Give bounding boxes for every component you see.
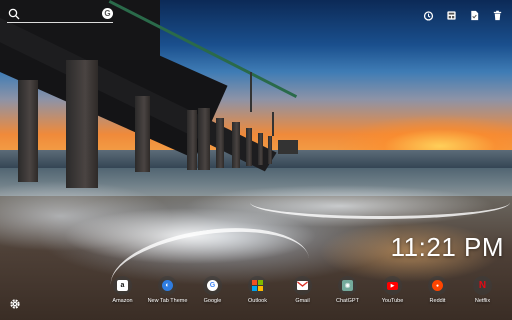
- gmail-icon: [297, 281, 308, 290]
- app-shortcuts: a Amazon ◐ New Tab Theme G Google Outloo…: [100, 276, 510, 310]
- top-toolbar: [421, 8, 504, 22]
- pier-lamppost: [250, 72, 252, 112]
- shortcut-label: Netflix: [474, 298, 491, 304]
- google-icon[interactable]: G: [102, 8, 113, 19]
- app-tile: ●: [428, 276, 447, 295]
- app-tile: [293, 276, 312, 295]
- shortcut-label: Gmail: [295, 298, 310, 304]
- app-tile: ✺: [338, 276, 357, 295]
- search-icon: [8, 8, 20, 20]
- shortcut-amazon[interactable]: a Amazon: [100, 276, 145, 310]
- youtube-icon: ▶: [387, 281, 398, 290]
- clock-time: 11:21 PM: [390, 232, 504, 262]
- shortcut-label: New Tab Theme: [147, 298, 188, 304]
- shortcut-youtube[interactable]: ▶ YouTube: [370, 276, 415, 310]
- shortcut-reddit[interactable]: ● Reddit: [415, 276, 460, 310]
- pier-pillar: [18, 80, 38, 182]
- shortcut-label: Google: [203, 298, 222, 304]
- app-tile: [248, 276, 267, 295]
- pier-pillar: [216, 118, 224, 168]
- shortcut-label: Reddit: [429, 298, 446, 304]
- background-photo: [0, 0, 512, 320]
- pier-pillar: [268, 136, 272, 164]
- wave-foam-line: [250, 186, 510, 219]
- pier-pillar: [187, 110, 197, 170]
- alarm-icon[interactable]: [421, 8, 435, 22]
- pier-pillar: [198, 108, 210, 170]
- shortcut-gmail[interactable]: Gmail: [280, 276, 325, 310]
- gallery-icon[interactable]: [444, 8, 458, 22]
- app-tile: a: [113, 276, 132, 295]
- outlook-icon: [252, 280, 263, 291]
- reddit-icon: ●: [432, 280, 443, 291]
- pier-lamppost: [272, 112, 274, 136]
- pier-pillar: [258, 133, 263, 165]
- shortcut-label: ChatGPT: [336, 298, 359, 304]
- google-icon: G: [207, 280, 218, 291]
- pier-pillar: [66, 60, 98, 188]
- app-tile: ▶: [383, 276, 402, 295]
- app-tile: ◐: [158, 276, 177, 295]
- app-tile: N: [473, 276, 492, 295]
- shortcut-label: YouTube: [381, 298, 404, 304]
- gear-icon[interactable]: [8, 298, 22, 312]
- shortcut-netflix[interactable]: N Netflix: [460, 276, 505, 310]
- trash-icon[interactable]: [490, 8, 504, 22]
- search-bar[interactable]: G: [7, 6, 113, 23]
- pier-pillar: [278, 140, 298, 154]
- netflix-icon: N: [478, 280, 487, 291]
- shortcut-label: Outlook: [248, 298, 267, 304]
- pier-pillar: [135, 96, 150, 172]
- pier-pillar: [232, 122, 240, 168]
- document-icon[interactable]: [467, 8, 481, 22]
- shortcut-label: Amazon: [112, 298, 133, 304]
- amazon-icon: a: [117, 280, 128, 291]
- shortcut-outlook[interactable]: Outlook: [235, 276, 280, 310]
- shortcut-google[interactable]: G Google: [190, 276, 235, 310]
- search-input[interactable]: [23, 7, 103, 22]
- app-tile: G: [203, 276, 222, 295]
- chatgpt-icon: ✺: [342, 280, 353, 291]
- shortcut-chatgpt[interactable]: ✺ ChatGPT: [325, 276, 370, 310]
- shortcut-new-tab-theme[interactable]: ◐ New Tab Theme: [145, 276, 190, 310]
- pier-pillar: [246, 128, 252, 166]
- new-tab-theme-icon: ◐: [162, 280, 173, 291]
